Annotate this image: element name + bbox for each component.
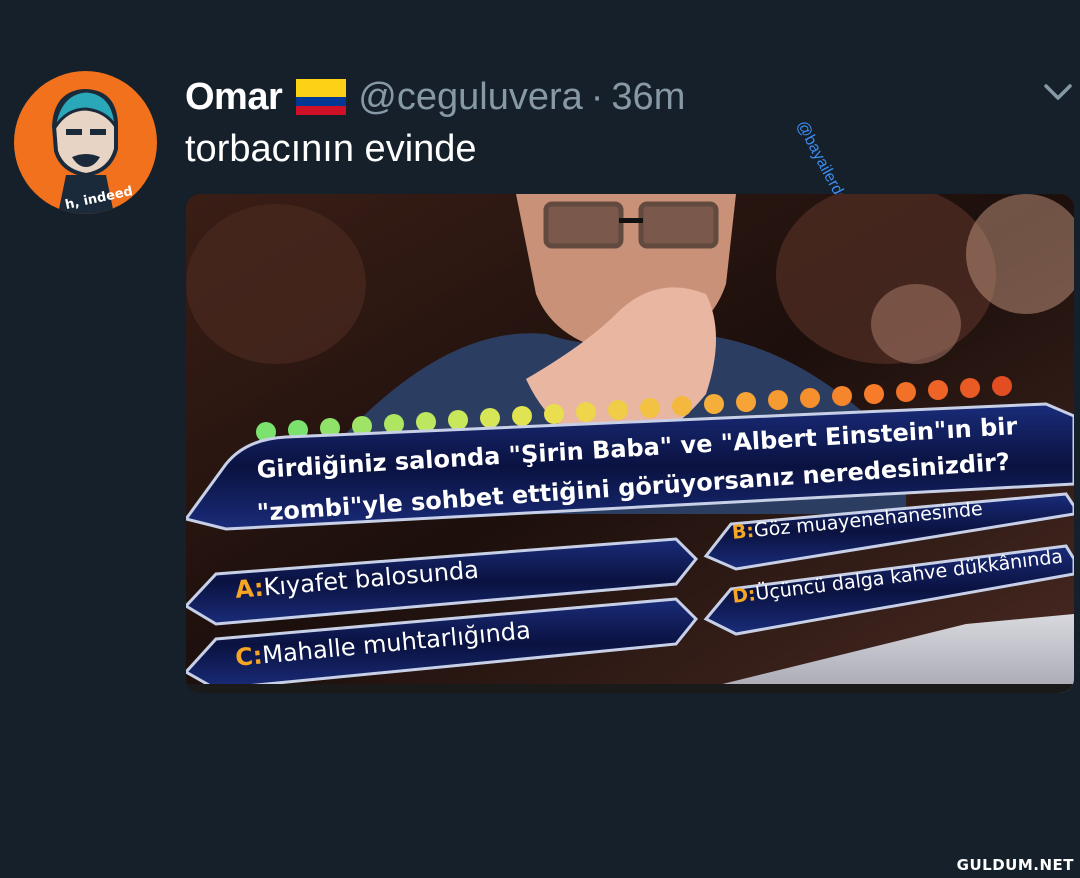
- tweet-text: torbacının evinde: [185, 128, 477, 170]
- watermark-bottom: GULDUM.NET: [956, 856, 1074, 874]
- tweet-header: Omar @ceguluvera · 36m: [185, 72, 685, 122]
- chevron-down-icon[interactable]: [1040, 80, 1076, 104]
- answer-a-letter: A:: [234, 573, 265, 604]
- avatar[interactable]: h, indeed: [14, 71, 157, 214]
- colombia-flag-icon: [296, 79, 347, 115]
- answer-d-letter: D:: [731, 583, 757, 608]
- author-name[interactable]: Omar: [185, 76, 283, 119]
- author-handle[interactable]: @ceguluvera: [358, 76, 582, 119]
- separator-dot: ·: [590, 75, 604, 118]
- answer-c-letter: C:: [234, 641, 264, 672]
- answer-b-letter: B:: [731, 519, 756, 544]
- tweet-media[interactable]: Girdiğiniz salonda "Şirin Baba" ve "Albe…: [186, 194, 1074, 693]
- timestamp[interactable]: 36m: [611, 76, 685, 119]
